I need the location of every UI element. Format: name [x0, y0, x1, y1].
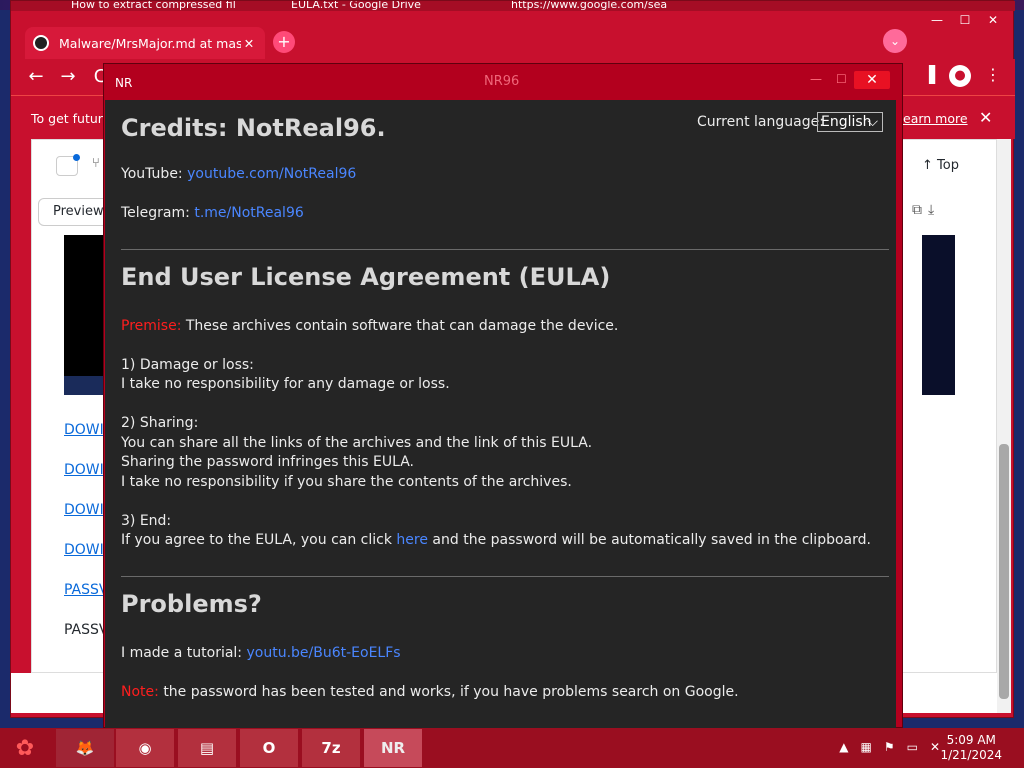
tutorial-line: I made a tutorial: youtu.be/Bu6t-EoELFs: [121, 645, 401, 661]
firefox-icon[interactable]: 🦊: [56, 729, 114, 767]
youtube-label: YouTube:: [121, 166, 183, 182]
section-1-text: I take no responsibility for any damage …: [121, 376, 450, 392]
network-icon[interactable]: ▦: [860, 740, 871, 754]
nr-titlebar[interactable]: NR NR96 — ☐ ✕: [104, 64, 902, 100]
video-thumbnail[interactable]: [922, 235, 955, 395]
taskbar-thumbnail: [64, 376, 106, 395]
close-icon[interactable]: ✕: [241, 36, 257, 51]
divider: [121, 576, 889, 577]
youtube-link[interactable]: youtube.com/NotReal96: [187, 166, 356, 182]
chevron-down-icon[interactable]: ⌄: [883, 29, 907, 53]
language-label: Current language:: [697, 114, 824, 130]
telegram-link[interactable]: t.me/NotReal96: [194, 205, 303, 221]
nr-app-label: NR: [115, 76, 133, 90]
close-icon[interactable]: ✕: [979, 108, 992, 127]
tutorial-label: I made a tutorial:: [121, 645, 243, 661]
nr-window-title: NR96: [484, 74, 520, 89]
section-3-pre: If you agree to the EULA, you can click: [121, 532, 392, 548]
file-tree-icon[interactable]: [56, 154, 80, 176]
side-panel-icon[interactable]: ▐: [923, 65, 935, 87]
avatar[interactable]: ●: [949, 65, 971, 87]
telegram-label: Telegram:: [121, 205, 190, 221]
premise-label: Premise:: [121, 318, 182, 334]
file-actions: ⧉ ⤓: [912, 202, 934, 218]
taskbar: ✿ 🦊 ◉ ▤ O 7z NR ▲ ▦ ⚑ ▭ ✕ 5:09 AM 1/21/2…: [0, 728, 1024, 768]
chevron-up-icon[interactable]: ▲: [839, 740, 848, 754]
section-3-post: and the password will be automatically s…: [432, 532, 871, 548]
github-icon: [33, 35, 49, 51]
note-line: Note: the password has been tested and w…: [121, 684, 739, 700]
tutorial-link[interactable]: youtu.be/Bu6t-EoELFs: [246, 645, 400, 661]
start-button[interactable]: ✿: [6, 732, 44, 766]
divider: [121, 249, 889, 250]
credits-heading: Credits: NotReal96.: [121, 114, 386, 142]
system-tray: ▲ ▦ ⚑ ▭ ✕: [839, 740, 940, 754]
premise-text: These archives contain software that can…: [185, 318, 619, 334]
language-value: English: [821, 114, 872, 130]
copy-icon[interactable]: ⧉: [912, 202, 922, 218]
eula-heading: End User License Agreement (EULA): [121, 263, 611, 291]
language-select[interactable]: English ⌵: [817, 112, 883, 132]
download-link[interactable]: DOWI: [64, 462, 104, 478]
eula-content: Credits: NotReal96. Current language: En…: [105, 100, 896, 728]
7zip-icon[interactable]: 7z: [302, 729, 360, 767]
section-2-text: I take no responsibility if you share th…: [121, 474, 572, 490]
infobar-text: To get future: [31, 111, 111, 126]
clock-time: 5:09 AM: [946, 733, 996, 747]
section-2-text: Sharing the password infringes this EULA…: [121, 454, 414, 470]
tab-bar: Malware/MrsMajor.md at master ✕ + ⌄: [11, 23, 1015, 59]
nr-window: NR NR96 — ☐ ✕ Credits: NotReal96. Curren…: [103, 63, 903, 728]
background-tab[interactable]: How to extract compressed fil: [71, 1, 241, 11]
outlook-icon[interactable]: O: [240, 729, 298, 767]
section-2-title: 2) Sharing:: [121, 415, 199, 431]
close-button[interactable]: ✕: [854, 71, 890, 89]
learn-more-link[interactable]: earn more: [903, 111, 968, 126]
clock-date: 1/21/2024: [940, 748, 1002, 762]
section-3-title: 3) End:: [121, 513, 172, 529]
password-link[interactable]: PASSV: [64, 582, 108, 598]
clock[interactable]: 5:09 AM 1/21/2024: [940, 733, 1002, 763]
maximize-icon[interactable]: ☐: [836, 72, 847, 86]
problems-heading: Problems?: [121, 590, 262, 618]
files-icon[interactable]: ▤: [178, 729, 236, 767]
display-icon[interactable]: ▭: [907, 740, 918, 754]
scrollbar[interactable]: [997, 139, 1011, 713]
back-icon[interactable]: ←: [23, 65, 49, 89]
background-window-tabs: How to extract compressed fil EULA.txt -…: [11, 1, 1015, 11]
tab-active[interactable]: Malware/MrsMajor.md at master ✕: [25, 27, 265, 59]
flag-icon[interactable]: ⚑: [884, 740, 895, 754]
volume-muted-icon[interactable]: ✕: [930, 740, 940, 754]
download-link[interactable]: DOWI: [64, 422, 104, 438]
telegram-line: Telegram: t.me/NotReal96: [121, 205, 304, 221]
download-link[interactable]: DOWI: [64, 542, 104, 558]
note-label: Note:: [121, 684, 159, 700]
top-link[interactable]: ↑ Top: [922, 158, 959, 173]
scrollbar-thumb[interactable]: [999, 444, 1009, 699]
menu-icon[interactable]: ⋮: [985, 65, 1001, 87]
toolbar-right: ▐ ● ⋮: [923, 65, 1001, 87]
download-icon[interactable]: ⤓: [928, 202, 934, 218]
chrome-icon[interactable]: ◉: [116, 729, 174, 767]
section-2-text: You can share all the links of the archi…: [121, 435, 593, 451]
section-3-text: If you agree to the EULA, you can click …: [121, 532, 871, 548]
download-link[interactable]: DOWI: [64, 502, 104, 518]
section-1-title: 1) Damage or loss:: [121, 357, 254, 373]
tab-title: Malware/MrsMajor.md at master: [59, 35, 241, 51]
password-text: PASSV: [64, 622, 109, 638]
nr-app-icon[interactable]: NR: [364, 729, 422, 767]
chevron-down-icon: ⌵: [867, 114, 878, 130]
video-thumbnail[interactable]: [64, 235, 106, 395]
forward-icon[interactable]: →: [55, 65, 81, 89]
note-text: the password has been tested and works, …: [163, 684, 739, 700]
new-tab-button[interactable]: +: [273, 31, 295, 53]
background-tab[interactable]: EULA.txt - Google Drive: [291, 1, 441, 11]
youtube-line: YouTube: youtube.com/NotReal96: [121, 166, 356, 182]
premise-line: Premise: These archives contain software…: [121, 318, 618, 334]
agree-here-link[interactable]: here: [396, 532, 428, 548]
background-tab[interactable]: https://www.google.com/sea: [511, 1, 681, 11]
minimize-icon[interactable]: —: [810, 72, 822, 86]
